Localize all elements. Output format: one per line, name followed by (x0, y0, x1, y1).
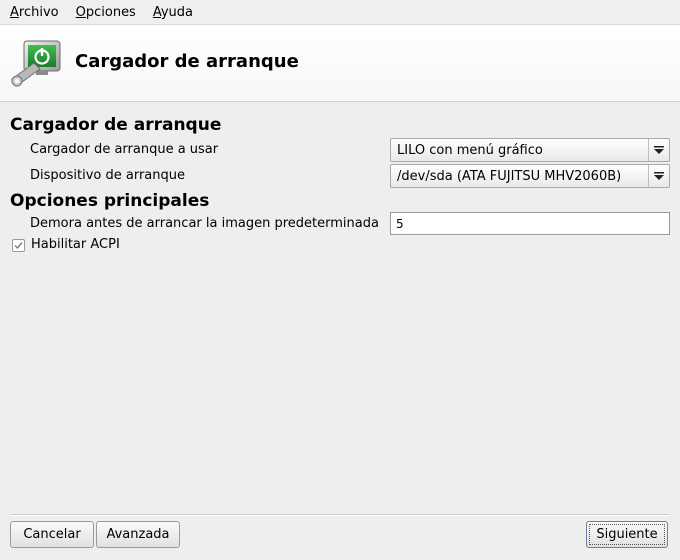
bootloader-select[interactable]: LILO con menú gráfico (390, 138, 670, 162)
next-button[interactable]: Siguiente (586, 521, 668, 548)
boot-device-select[interactable]: /dev/sda (ATA FUJITSU MHV2060B) (390, 164, 670, 188)
delay-label: Demora antes de arrancar la imagen prede… (30, 216, 379, 231)
chevron-down-icon (648, 165, 669, 187)
bootloader-power-icon (10, 39, 62, 87)
bootloader-label: Cargador de arranque a usar (30, 142, 219, 157)
bootloader-select-value: LILO con menú gráfico (397, 142, 543, 158)
menu-archivo-mnemonic: A (10, 4, 19, 20)
header-banner: Cargador de arranque (0, 25, 680, 102)
section-title-main-options: Opciones principales (10, 191, 210, 211)
delay-input[interactable] (390, 212, 670, 235)
menu-opciones-mnemonic: O (75, 4, 86, 20)
advanced-button[interactable]: Avanzada (96, 521, 180, 548)
menu-opciones-label: pciones (85, 4, 136, 20)
checkmark-icon (14, 242, 23, 250)
cancel-button[interactable]: Cancelar (10, 521, 94, 548)
menu-bar: Archivo Opciones Ayuda (0, 0, 680, 25)
menu-ayuda-label: yuda (160, 4, 194, 20)
page-title: Cargador de arranque (75, 51, 299, 72)
footer-divider (10, 514, 670, 516)
acpi-checkbox[interactable] (12, 239, 25, 252)
menu-ayuda[interactable]: Ayuda (143, 5, 200, 20)
boot-device-select-value: /dev/sda (ATA FUJITSU MHV2060B) (397, 168, 622, 184)
section-title-bootloader: Cargador de arranque (10, 115, 222, 135)
acpi-label: Habilitar ACPI (31, 237, 120, 252)
boot-device-label: Dispositivo de arranque (30, 168, 185, 183)
chevron-down-icon (648, 139, 669, 161)
menu-ayuda-mnemonic: A (152, 4, 161, 20)
menu-opciones[interactable]: Opciones (66, 5, 143, 20)
menu-archivo-label: rchivo (18, 4, 59, 20)
menu-archivo[interactable]: Archivo (0, 5, 66, 20)
